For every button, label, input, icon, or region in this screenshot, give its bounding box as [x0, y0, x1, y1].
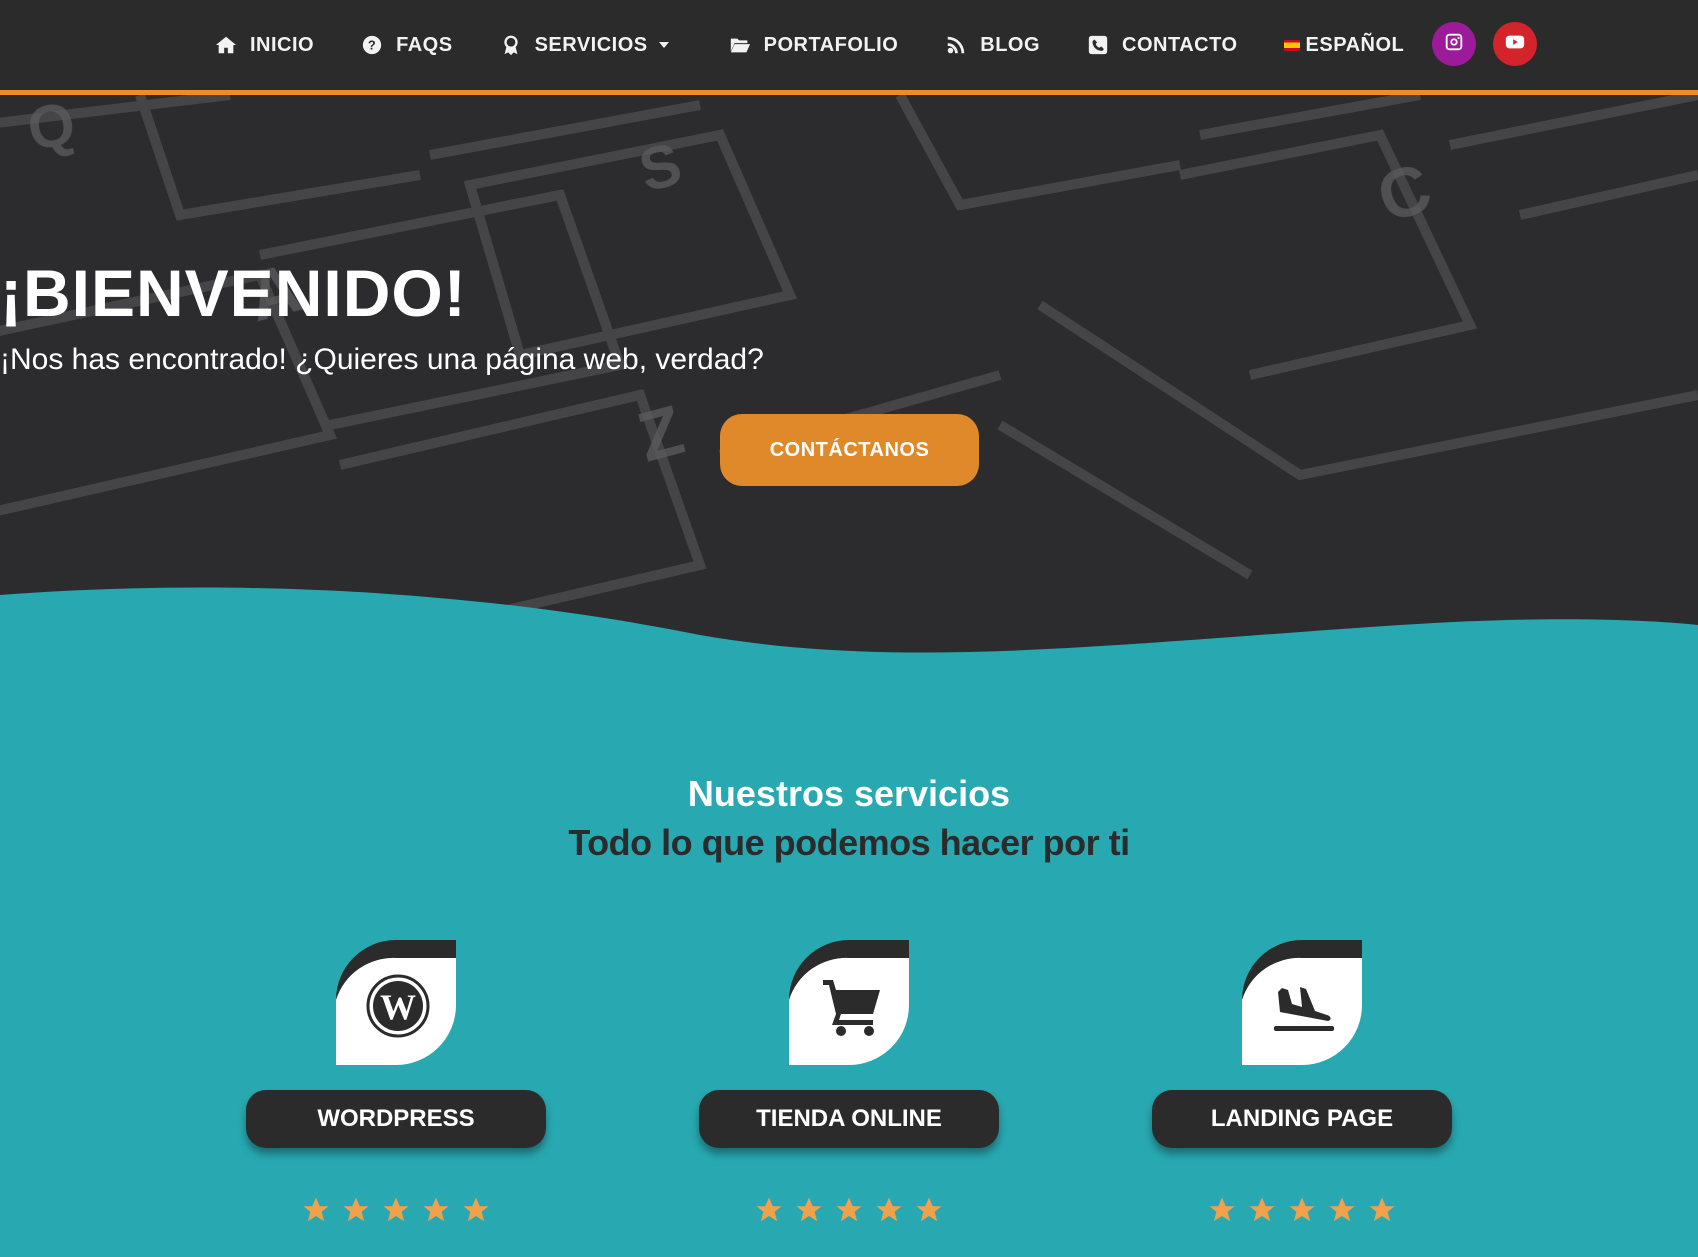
chevron-down-icon	[658, 39, 670, 51]
nav-item-faqs[interactable]: ? FAQS	[360, 33, 452, 57]
hero-title: ¡BIENVENIDO!	[0, 256, 467, 330]
nav-item-contacto[interactable]: CONTACTO	[1086, 33, 1237, 57]
services-title: Nuestros servicios	[687, 773, 1011, 814]
star-icon	[874, 1195, 904, 1225]
contact-cta-button[interactable]: CONTÁCTANOS	[720, 414, 979, 486]
nav-item-label: PORTAFOLIO	[763, 33, 899, 56]
star-icon	[1327, 1195, 1357, 1225]
star-icon	[341, 1195, 371, 1225]
question-circle-icon: ?	[360, 33, 384, 57]
nav-item-label: SERVICIOS	[534, 33, 648, 56]
folder-open-icon	[728, 33, 752, 57]
svg-text:?: ?	[368, 38, 376, 53]
service-icon-box	[1242, 940, 1362, 1065]
nav-item-servicios[interactable]: SERVICIOS	[499, 33, 670, 57]
star-icon	[834, 1195, 864, 1225]
instagram-icon	[1443, 31, 1465, 58]
nav-item-label: INICIO	[250, 33, 315, 56]
social-links	[1432, 22, 1554, 66]
service-icon-box	[789, 940, 909, 1065]
star-icon	[1207, 1195, 1237, 1225]
landing-page-service-button[interactable]: LANDING PAGE	[1152, 1090, 1452, 1148]
star-icon	[914, 1195, 944, 1225]
nav-item-inicio[interactable]: INICIO	[214, 33, 314, 57]
phone-square-icon	[1086, 33, 1110, 57]
wordpress-service-button[interactable]: WORDPRESS	[246, 1090, 546, 1148]
service-card-tienda-online: TIENDA ONLINE	[699, 940, 1001, 1240]
rating-stars	[1152, 1195, 1452, 1225]
svg-text:W: W	[380, 987, 416, 1027]
service-icon-box: W	[336, 940, 456, 1065]
nav-item-label: BLOG	[980, 33, 1041, 56]
service-card-wordpress: W WORDPRESS	[246, 940, 548, 1240]
rating-stars	[246, 1195, 546, 1225]
award-icon	[499, 33, 523, 57]
star-icon	[381, 1195, 411, 1225]
service-card-landing-page: LANDING PAGE	[1152, 940, 1454, 1240]
services-subtitle: Todo lo que podemos hacer por ti	[568, 822, 1130, 863]
top-navbar: INICIO ? FAQS SERVICIOS PORTAFOLIO BLOG …	[0, 0, 1698, 95]
wordpress-icon: W	[366, 974, 430, 1038]
wave-divider	[0, 587, 1698, 695]
spain-flag-icon	[1283, 39, 1300, 51]
star-icon	[1367, 1195, 1397, 1225]
shopping-cart-icon	[819, 974, 883, 1038]
hero-subtitle: ¡Nos has encontrado! ¿Quieres una página…	[0, 343, 764, 376]
nav-item-portafolio[interactable]: PORTAFOLIO	[728, 33, 899, 57]
star-icon	[794, 1195, 824, 1225]
nav-item-label: CONTACTO	[1122, 33, 1238, 56]
nav-item-label: FAQS	[396, 33, 453, 56]
plane-landing-icon	[1272, 974, 1336, 1038]
star-icon	[461, 1195, 491, 1225]
nav-item-blog[interactable]: BLOG	[944, 33, 1040, 57]
star-icon	[754, 1195, 784, 1225]
star-icon	[1247, 1195, 1277, 1225]
youtube-button[interactable]	[1493, 22, 1537, 66]
language-switcher[interactable]: ESPAÑOL	[1283, 33, 1405, 57]
youtube-icon	[1504, 31, 1526, 58]
star-icon	[421, 1195, 451, 1225]
nav-item-label: ESPAÑOL	[1305, 33, 1405, 56]
star-icon	[301, 1195, 331, 1225]
tienda-online-service-button[interactable]: TIENDA ONLINE	[699, 1090, 999, 1148]
star-icon	[1287, 1195, 1317, 1225]
instagram-button[interactable]	[1432, 22, 1476, 66]
rating-stars	[699, 1195, 999, 1225]
rss-icon	[944, 33, 968, 57]
main-menu: INICIO ? FAQS SERVICIOS PORTAFOLIO BLOG …	[214, 0, 1450, 90]
home-icon	[214, 33, 238, 57]
